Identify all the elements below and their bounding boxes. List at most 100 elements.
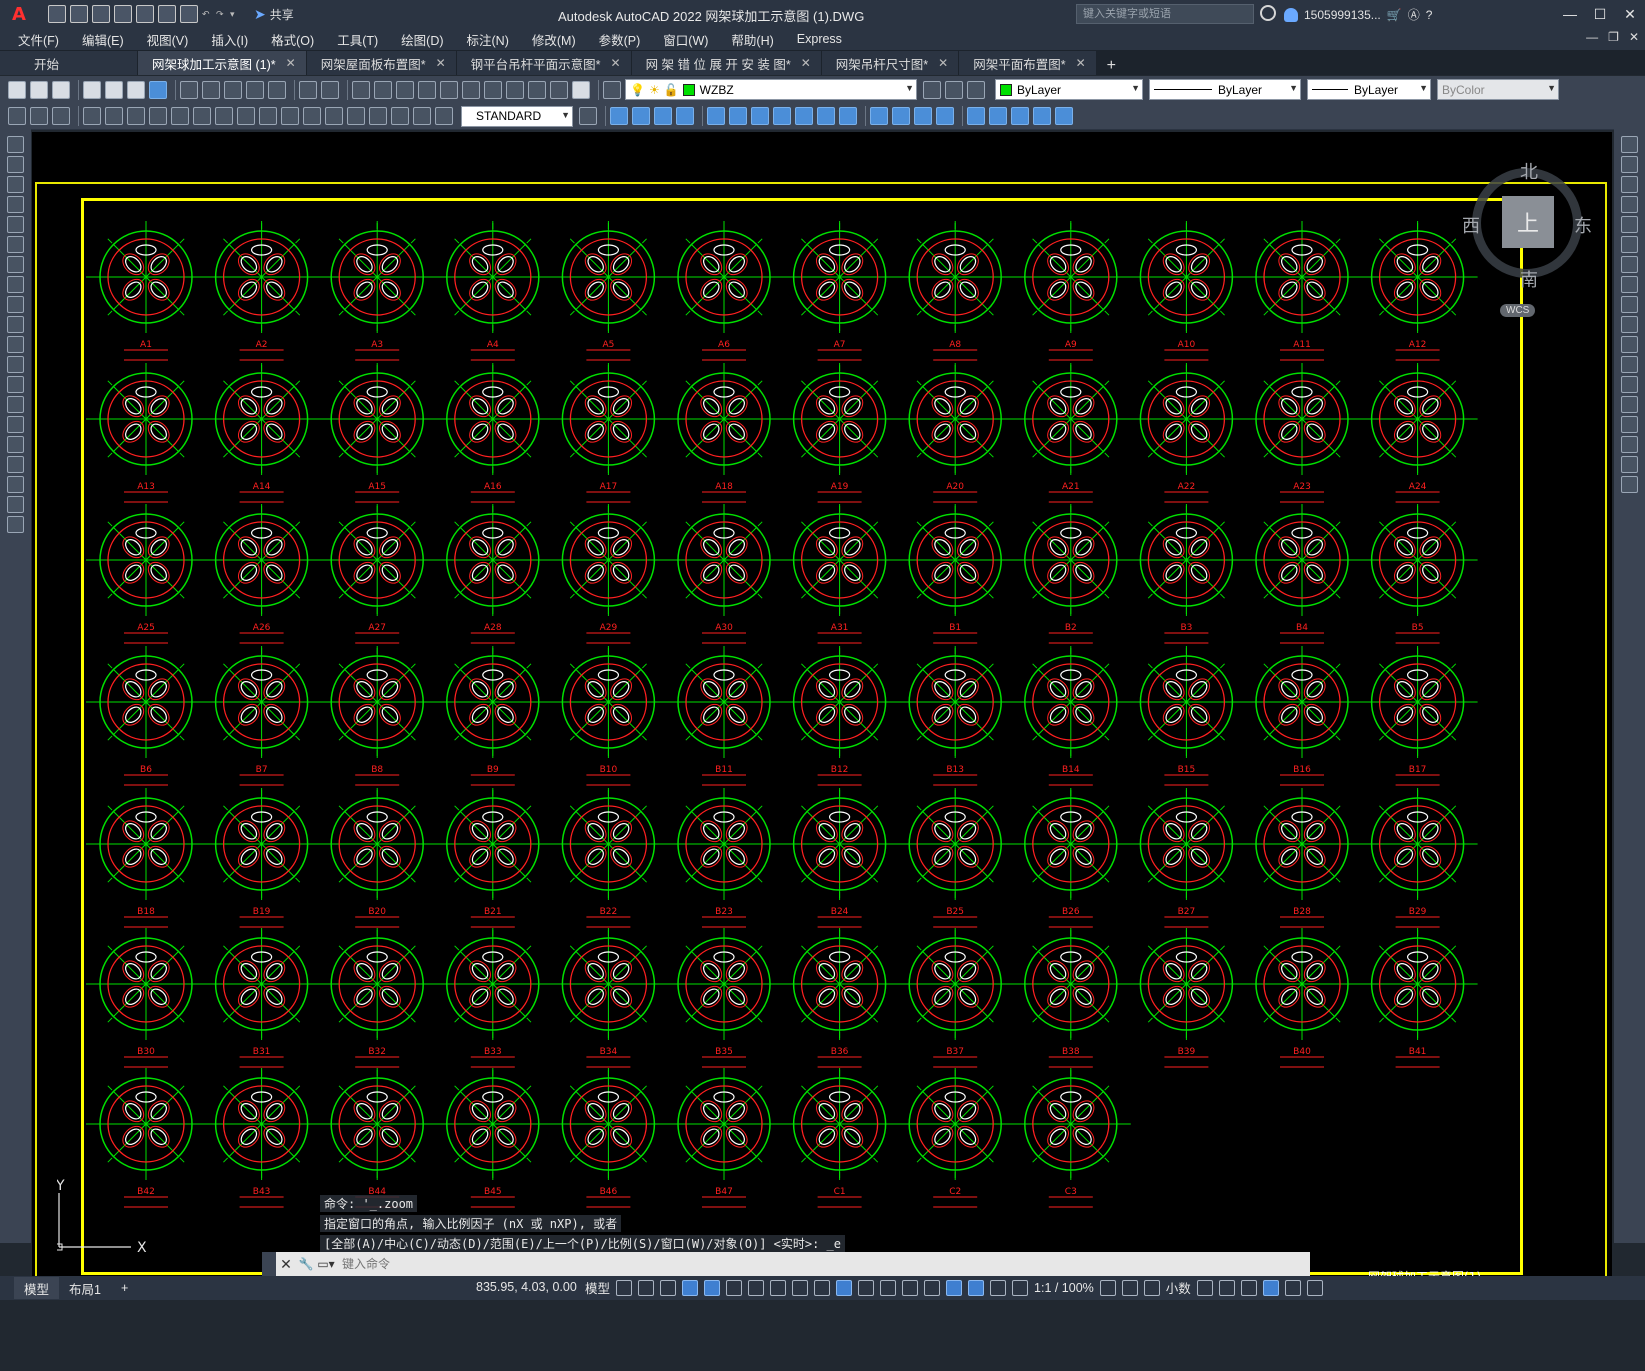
- union-icon[interactable]: [817, 107, 835, 125]
- quick-properties-icon[interactable]: [1196, 1279, 1213, 1296]
- publish-icon[interactable]: [127, 80, 145, 99]
- redo-icon[interactable]: [321, 80, 339, 99]
- tab-doc-2[interactable]: 网架屋面板布置图* ✕: [306, 51, 457, 75]
- fillet-icon[interactable]: [1621, 436, 1638, 453]
- qnew-icon[interactable]: [8, 80, 26, 99]
- save-icon[interactable]: [52, 80, 70, 99]
- tool-palettes-icon[interactable]: [484, 80, 502, 99]
- compass-south[interactable]: 南: [1520, 266, 1538, 292]
- region-icon[interactable]: [7, 456, 24, 473]
- isodraft-icon[interactable]: [748, 1279, 765, 1296]
- hatch-icon[interactable]: [7, 416, 24, 433]
- jogged-linear-icon[interactable]: [369, 107, 387, 125]
- zoom-previous-icon[interactable]: [418, 80, 436, 99]
- selection-cycling-icon[interactable]: [858, 1279, 875, 1296]
- wrench-icon[interactable]: 🔧: [296, 1257, 316, 1271]
- multiline-text-icon[interactable]: [7, 496, 24, 513]
- transparency-icon[interactable]: [836, 1279, 853, 1296]
- angular-dim-icon[interactable]: [171, 107, 189, 125]
- polar-tracking-icon[interactable]: [726, 1279, 743, 1296]
- 3d-osnap-icon[interactable]: [880, 1279, 897, 1296]
- tab-doc-6[interactable]: 网架平面布置图* ✕: [959, 51, 1097, 75]
- menu-view[interactable]: 视图(V): [147, 30, 189, 49]
- menu-draw[interactable]: 绘图(D): [401, 30, 443, 49]
- ellipse-arc-icon[interactable]: [7, 336, 24, 353]
- separate-icon[interactable]: [989, 107, 1007, 125]
- block-editor-icon[interactable]: [268, 80, 286, 99]
- pan-icon[interactable]: [352, 80, 370, 99]
- doc-close-button[interactable]: ✕: [1629, 30, 1639, 44]
- shell-icon[interactable]: [1011, 107, 1029, 125]
- close-icon[interactable]: ✕: [1076, 56, 1086, 70]
- annotation-visibility-icon[interactable]: [968, 1279, 985, 1296]
- blend-curves-icon[interactable]: [1621, 456, 1638, 473]
- move-3d-icon[interactable]: [707, 107, 725, 125]
- viewcube[interactable]: 上 北 西 东 南 WCS: [1462, 148, 1592, 317]
- calculator-icon[interactable]: [550, 80, 568, 99]
- web-save-icon[interactable]: [158, 5, 176, 23]
- section-icon[interactable]: [914, 107, 932, 125]
- extrude-face-icon[interactable]: [936, 107, 954, 125]
- plotstyle-dropdown[interactable]: ByColor ▼: [1437, 79, 1559, 100]
- match-properties-icon[interactable]: [246, 80, 264, 99]
- gizmo-icon[interactable]: [946, 1279, 963, 1296]
- insert-block-icon[interactable]: [7, 356, 24, 373]
- close-icon[interactable]: ✕: [436, 56, 446, 70]
- mirror-3d-icon[interactable]: [773, 107, 791, 125]
- trim-icon[interactable]: [1621, 316, 1638, 333]
- undo-icon[interactable]: ↶: [202, 5, 212, 23]
- coordinates-readout[interactable]: 835.95, 4.03, 0.00: [476, 1280, 577, 1294]
- construction-line-icon[interactable]: [7, 156, 24, 173]
- properties-icon[interactable]: [440, 80, 458, 99]
- command-grip[interactable]: [262, 1252, 276, 1276]
- minimize-button[interactable]: —: [1555, 0, 1585, 28]
- extend-icon[interactable]: [1621, 336, 1638, 353]
- break-icon[interactable]: [1621, 376, 1638, 393]
- diameter-dim-icon[interactable]: [149, 107, 167, 125]
- menu-dimension[interactable]: 标注(N): [467, 30, 509, 49]
- drawing-canvas[interactable]: A1 A2 A3 A4 A5 A6 A7 A8 A9 A10 A11 A12 A13 A14 A15 A16 A…: [32, 132, 1612, 1304]
- move-icon[interactable]: [1621, 236, 1638, 253]
- circle-icon[interactable]: [7, 256, 24, 273]
- linetype-dropdown[interactable]: ByLayer ▼: [1149, 79, 1301, 100]
- inspection-icon[interactable]: [347, 107, 365, 125]
- tab-start[interactable]: 开始: [0, 51, 138, 75]
- close-window-button[interactable]: ✕: [1615, 0, 1645, 28]
- customization-icon[interactable]: [1306, 1279, 1323, 1296]
- slice-icon[interactable]: [870, 107, 888, 125]
- viewcube-top-face[interactable]: 上: [1502, 196, 1554, 248]
- dim-break-icon[interactable]: [281, 107, 299, 125]
- table-icon[interactable]: [7, 476, 24, 493]
- rectangle-icon[interactable]: [7, 216, 24, 233]
- tolerance-icon[interactable]: [303, 107, 321, 125]
- maximize-button[interactable]: ☐: [1585, 0, 1615, 28]
- chamfer-icon[interactable]: [1621, 416, 1638, 433]
- interfere-icon[interactable]: [892, 107, 910, 125]
- dimstyle-dropdown[interactable]: STANDARD ▼: [461, 105, 573, 127]
- solid-cone-icon[interactable]: [654, 107, 672, 125]
- autocad-logo-icon[interactable]: A: [8, 3, 30, 25]
- redo-icon[interactable]: ↷: [216, 5, 226, 23]
- 3d-dwf-icon[interactable]: [149, 80, 167, 99]
- hardware-acceleration-icon[interactable]: [1262, 1279, 1279, 1296]
- align-3d-icon[interactable]: [751, 107, 769, 125]
- line-icon[interactable]: [7, 136, 24, 153]
- copy-object-icon[interactable]: [1621, 156, 1638, 173]
- ordinate-dim-icon[interactable]: [83, 107, 101, 125]
- arc-icon[interactable]: [7, 236, 24, 253]
- menu-insert[interactable]: 插入(I): [211, 30, 248, 49]
- layer-previous-icon[interactable]: [945, 80, 963, 99]
- help-icon[interactable]: [572, 80, 590, 99]
- tab-doc-3[interactable]: 钢平台吊杆平面示意图* ✕: [456, 51, 632, 75]
- command-history-dropdown-icon[interactable]: ▭▾: [316, 1257, 336, 1271]
- menu-tools[interactable]: 工具(T): [337, 30, 378, 49]
- subtract-icon[interactable]: [839, 107, 857, 125]
- help-icon[interactable]: ?: [1426, 8, 1433, 22]
- break-at-point-icon[interactable]: [1621, 356, 1638, 373]
- menu-file[interactable]: 文件(F): [18, 30, 59, 49]
- center-mark-icon[interactable]: [325, 107, 343, 125]
- point-icon[interactable]: [7, 396, 24, 413]
- tab-model[interactable]: 模型: [14, 1277, 60, 1299]
- radius-dim-icon[interactable]: [105, 107, 123, 125]
- customize-dropdown-icon[interactable]: ▾: [230, 5, 240, 23]
